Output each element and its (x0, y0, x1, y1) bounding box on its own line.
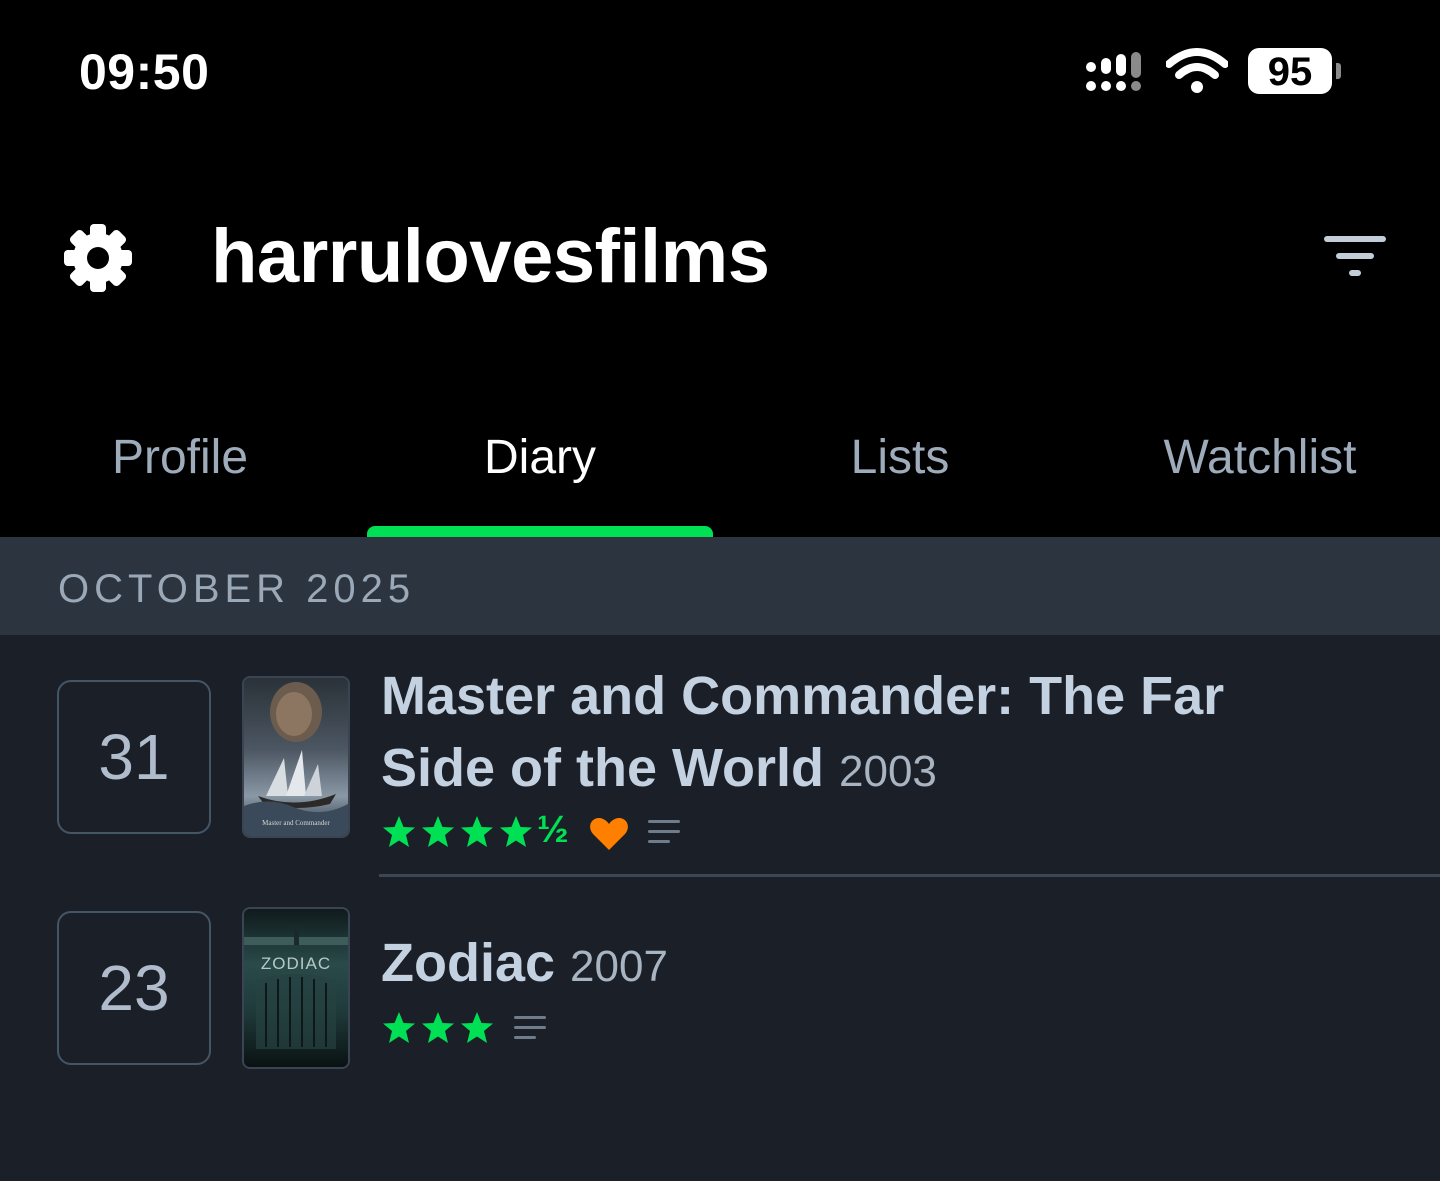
diary-screen: 09:50 95 harrulovesfilms Profile Diary L… (0, 0, 1440, 1181)
film-title: Side of the World (381, 738, 824, 798)
star-icon (461, 1012, 493, 1043)
filter-icon[interactable] (1322, 234, 1388, 280)
entry-divider (379, 874, 1440, 877)
rating-row: ½ (381, 809, 681, 852)
half-star-icon: ½ (537, 809, 569, 851)
star-icon (422, 1012, 454, 1043)
status-time: 09:50 (79, 44, 210, 100)
day-box: 23 (57, 911, 211, 1065)
tab-bar: Profile Diary Lists Watchlist (0, 420, 1440, 510)
star-icon (500, 816, 532, 847)
film-title-text: Zodiac (381, 933, 556, 993)
film-title-line-2[interactable]: Side of the World 2003 (381, 732, 1381, 808)
film-year: 2003 (839, 747, 937, 796)
poster-art-master-and-commander: Master and Commander (244, 678, 348, 836)
review-icon (648, 820, 680, 843)
film-poster[interactable]: ZODIAC (242, 907, 350, 1069)
active-tab-indicator (367, 526, 713, 537)
poster-text: ZODIAC (261, 954, 331, 973)
star-icon (383, 1012, 415, 1043)
tab-diary[interactable]: Diary (440, 420, 640, 496)
battery-indicator: 95 (1248, 48, 1344, 96)
film-year: 2007 (570, 942, 668, 991)
tab-lists[interactable]: Lists (800, 420, 1000, 496)
battery-level: 95 (1267, 50, 1313, 94)
month-section-header: OCTOBER 2025 (0, 537, 1440, 635)
heart-icon (590, 818, 628, 850)
day-number: 31 (98, 721, 170, 793)
star-icon (461, 816, 493, 847)
month-label: OCTOBER 2025 (58, 567, 416, 611)
film-poster[interactable]: Master and Commander (242, 676, 350, 838)
day-box: 31 (57, 680, 211, 834)
wifi-icon (1166, 48, 1228, 93)
gear-icon[interactable] (62, 222, 134, 294)
film-title[interactable]: Zodiac 2007 (381, 927, 1381, 1003)
review-icon (514, 1016, 546, 1039)
day-number: 23 (98, 952, 170, 1024)
cellular-signal-icon (1086, 52, 1141, 91)
tab-watchlist[interactable]: Watchlist (1130, 420, 1390, 496)
rating-row (381, 1008, 581, 1048)
poster-art-zodiac: ZODIAC (244, 909, 348, 1067)
battery-cap (1336, 63, 1341, 79)
star-icon (422, 816, 454, 847)
poster-text: Master and Commander (262, 819, 330, 827)
star-icon (383, 816, 415, 847)
film-title-line-1[interactable]: Master and Commander: The Far (381, 660, 1381, 732)
page-title: harrulovesfilms (211, 214, 770, 299)
tab-profile[interactable]: Profile (80, 420, 280, 496)
